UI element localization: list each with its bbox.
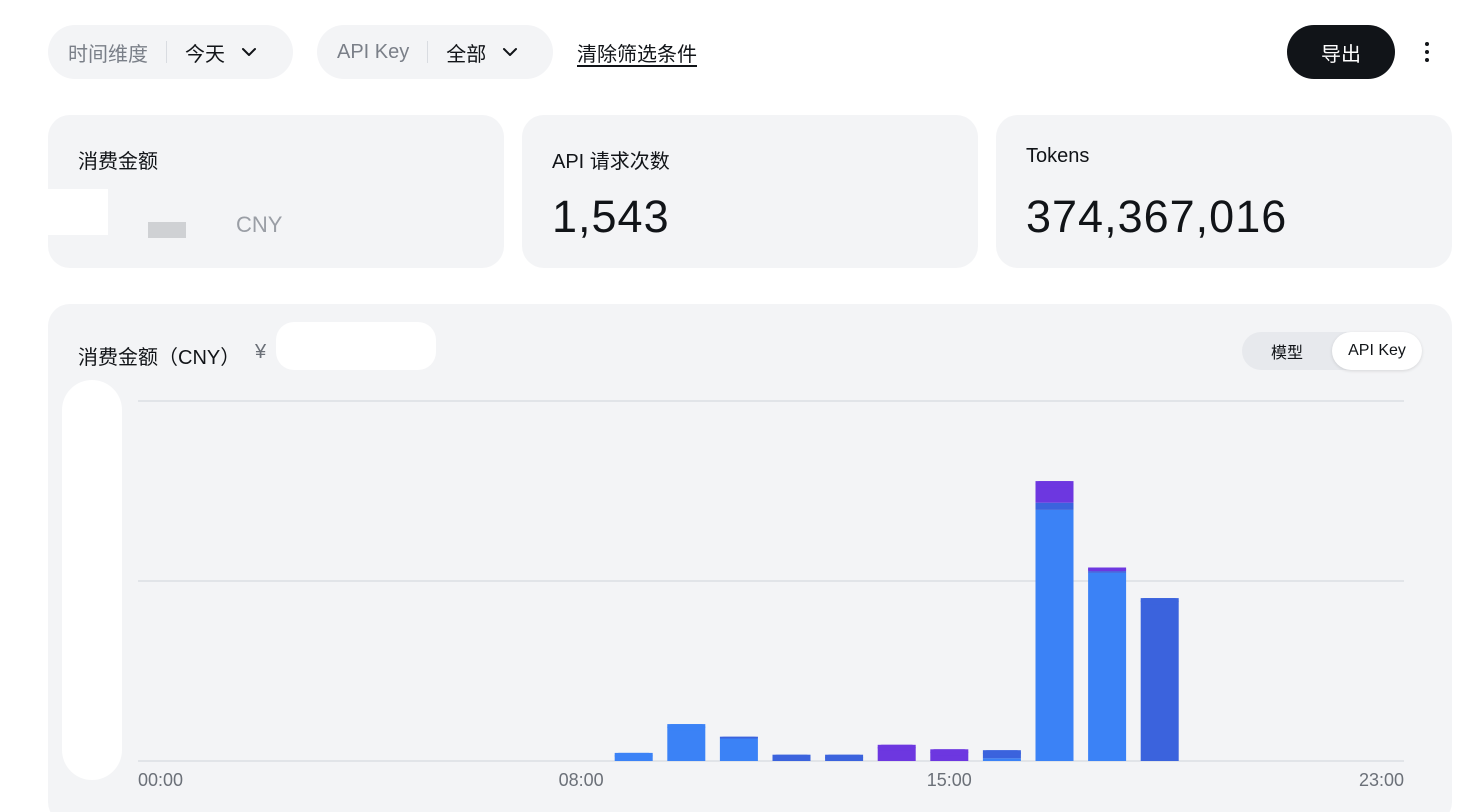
time-dimension-value: 今天 (185, 43, 225, 66)
cost-chart-panel: 消费金额（CNY） ¥ 模型 API Key 00:00 08:00 15:00 23… (48, 304, 1452, 812)
api-key-value: 全部 (446, 43, 487, 66)
x-tick-label: 15:00 (927, 770, 972, 790)
bar-16:00 (982, 750, 1021, 761)
divider (166, 41, 167, 63)
bar-cap (667, 724, 706, 731)
x-tick-label: 23:00 (1359, 770, 1404, 790)
tokens-card: Tokens 374,367,016 (996, 115, 1452, 268)
bar-cap (614, 752, 653, 759)
bar-segment (1035, 509, 1074, 761)
bar-segment (982, 758, 1021, 761)
cost-value-redacted (48, 189, 228, 245)
bar-segment (1035, 502, 1074, 510)
chevron-down-icon (500, 42, 520, 62)
x-tick-label: 08:00 (559, 770, 604, 790)
bar-segment (1140, 598, 1179, 761)
api-key-label: API Key (337, 40, 410, 63)
cost-card: 消费金额 CNY (48, 115, 504, 268)
bar-cap (877, 744, 916, 751)
bar-segment (719, 738, 758, 761)
cost-title: 消费金额 (78, 151, 158, 173)
cost-bar-chart: 00:00 08:00 15:00 23:00 (138, 400, 1404, 790)
bar-15:00 (930, 749, 969, 761)
bar-segment (1088, 572, 1127, 761)
bar-19:00 (1140, 598, 1179, 761)
bar-segment (1088, 571, 1127, 573)
x-tick-label: 00:00 (138, 770, 183, 790)
tokens-value: 374,367,016 (1026, 191, 1288, 242)
tokens-title: Tokens (1026, 145, 1090, 167)
bar-14:00 (877, 744, 916, 761)
more-options-icon[interactable] (1412, 34, 1442, 70)
requests-title: API 请求次数 (552, 151, 670, 173)
bar-cap (719, 736, 758, 739)
bar-11:00 (719, 736, 758, 761)
time-dimension-label: 时间维度 (68, 43, 148, 66)
bar-cap (772, 754, 811, 761)
requests-card: API 请求次数 1,543 (522, 115, 978, 268)
bar-09:00 (614, 752, 653, 761)
bar-cap (982, 750, 1021, 757)
bar-18:00 (1088, 567, 1127, 761)
bar-cap (930, 749, 969, 756)
bar-cap (1035, 481, 1074, 488)
requests-value: 1,543 (552, 191, 670, 242)
chevron-down-icon (239, 42, 259, 62)
bar-cap (825, 754, 864, 761)
export-button[interactable]: 导出 (1287, 25, 1395, 79)
clear-filters-link[interactable]: 清除筛选条件 (577, 38, 697, 67)
bar-cap (1088, 567, 1127, 572)
cost-unit: CNY (236, 212, 283, 237)
divider (427, 41, 429, 63)
bar-cap (1140, 598, 1179, 605)
bar-12:00 (772, 754, 811, 761)
bar-17:00 (1035, 481, 1074, 761)
bar-13:00 (825, 754, 864, 761)
api-key-select[interactable]: API Key 全部 (317, 25, 553, 79)
time-dimension-select[interactable]: 时间维度 今天 (48, 25, 293, 79)
bar-10:00 (667, 724, 706, 761)
